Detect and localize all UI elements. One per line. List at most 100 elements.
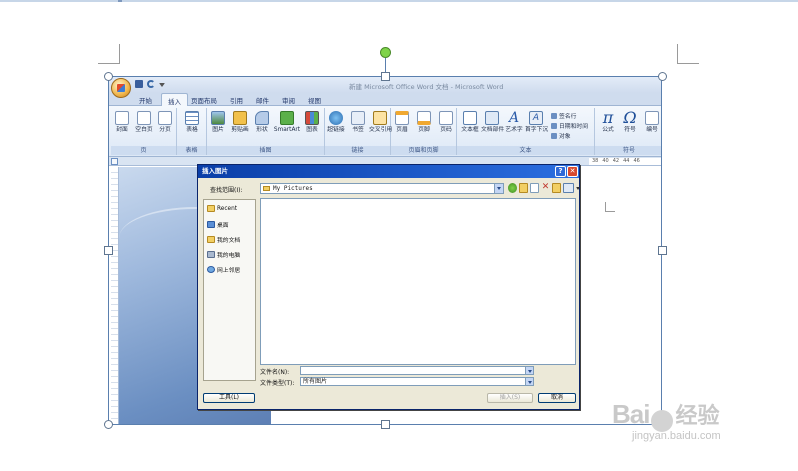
object-label: 对象	[559, 134, 571, 140]
symbol-label: 符号	[624, 127, 636, 133]
page-break-button: 分页	[154, 111, 176, 134]
search-web-icon	[530, 183, 539, 193]
watermark-logo-cn: 经验	[675, 403, 720, 428]
place-my-documents: 我的文档	[207, 235, 240, 244]
top-border-marker	[118, 0, 122, 2]
header-label: 页眉	[396, 127, 408, 133]
look-in-label: 查找范围(I):	[210, 187, 243, 194]
cross-reference-icon	[373, 111, 387, 125]
resize-handle-top-right[interactable]	[658, 72, 667, 81]
smartart-icon	[280, 111, 294, 125]
bookmark-button: 书签	[347, 111, 369, 134]
signature-line-item: 签名行	[551, 111, 576, 120]
tab-page-layout: 页面布局	[191, 97, 217, 105]
chevron-down-icon	[525, 378, 533, 385]
group-links: 超链接 书签 交叉引用 链接	[325, 108, 393, 155]
office-button-icon	[111, 78, 131, 98]
header-button: 页眉	[391, 111, 413, 134]
ruler-tick: 42	[612, 158, 620, 164]
ruler-tick: 46	[633, 158, 640, 164]
quick-access-toolbar	[135, 80, 165, 88]
page-corner-mark-top-right	[677, 44, 699, 64]
table-label: 表格	[186, 127, 198, 133]
rotate-handle[interactable]	[380, 47, 391, 58]
hyperlink-button: 超链接	[325, 111, 347, 134]
numbering-button: 编号	[641, 111, 661, 134]
footer-icon	[417, 111, 431, 125]
place-label: 网上邻居	[217, 268, 241, 274]
signature-line-label: 签名行	[559, 114, 577, 120]
cancel-button: 取消	[538, 393, 576, 403]
insert-button: 插入(S)	[487, 393, 533, 403]
up-folder-icon	[519, 183, 528, 193]
resize-handle-top-left[interactable]	[104, 72, 113, 81]
text-box-button: 文本框	[459, 111, 481, 134]
watermark-url: jingyan.baidu.com	[632, 430, 721, 442]
hyperlink-icon	[329, 111, 343, 125]
drop-cap-icon: A	[529, 111, 543, 125]
tab-view: 视图	[308, 97, 321, 105]
chevron-down-icon	[525, 367, 533, 374]
header-icon	[395, 111, 409, 125]
help-button: ?	[555, 166, 566, 177]
footer-label: 页脚	[418, 127, 430, 133]
close-button: ✕	[567, 166, 578, 177]
tools-button: 工具(L)	[203, 393, 255, 403]
clipart-button: 剪贴画	[229, 111, 251, 134]
desktop-icon	[207, 221, 215, 228]
quick-parts-button: 文档部件	[481, 111, 504, 134]
delete-icon: ✕	[541, 182, 550, 192]
footer-button: 页脚	[413, 111, 435, 134]
resize-handle-top[interactable]	[381, 72, 390, 81]
group-symbols-label: 符号	[595, 146, 661, 155]
resize-handle-bottom-left[interactable]	[104, 420, 113, 429]
drop-cap-button: A 首字下沉	[525, 111, 548, 134]
file-type-select: 所有图片	[300, 377, 534, 386]
horizontal-ruler: 38 40 42 44 46	[589, 158, 661, 165]
network-icon	[207, 266, 215, 273]
insert-picture-dialog: 插入图片 ? ✕ 查找范围(I): My Pictures ✕ Recent 桌…	[197, 164, 580, 410]
undo-icon	[147, 80, 155, 88]
tab-review: 审阅	[282, 97, 295, 105]
ruler-toggle-icon	[111, 158, 118, 165]
dialog-toolbar: ✕	[508, 183, 580, 193]
file-type-label: 文件类型(T):	[260, 380, 295, 387]
place-network: 网上邻居	[207, 265, 240, 274]
resize-handle-left[interactable]	[104, 246, 113, 255]
quick-parts-icon	[485, 111, 499, 125]
cross-reference-label: 交叉引用	[369, 127, 393, 133]
resize-handle-bottom[interactable]	[381, 420, 390, 429]
cover-page-button: 封面	[111, 111, 133, 134]
chart-icon	[305, 111, 319, 125]
equation-button: π 公式	[597, 108, 619, 134]
computer-icon	[207, 251, 215, 258]
file-name-label: 文件名(N):	[260, 369, 290, 376]
group-illustrations: 图片 剪贴画 形状 SmartArt 图表 插图	[207, 108, 325, 155]
group-text: 文本框 文档部件 A 艺术字 A 首字下沉 签名行 日期和时间 对象 文本	[457, 108, 595, 155]
page-number-icon	[439, 111, 453, 125]
ruler-tick: 44	[623, 158, 630, 164]
page-number-button: 页码	[435, 111, 457, 134]
clipart-label: 剪贴画	[231, 127, 249, 133]
text-box-icon	[463, 111, 477, 125]
window-title: 新建 Microsoft Office Word 文档 - Microsoft …	[349, 83, 504, 91]
baidu-paw-icon	[651, 410, 674, 433]
picture-button: 图片	[207, 111, 229, 134]
table-button: 表格	[181, 111, 203, 134]
page-break-label: 分页	[159, 127, 171, 133]
numbering-label: 编号	[646, 127, 658, 133]
cover-page-icon	[115, 111, 129, 125]
resize-handle-right[interactable]	[658, 246, 667, 255]
group-tables-label: 表格	[177, 146, 206, 155]
smartart-button: SmartArt	[273, 111, 301, 134]
group-illustrations-label: 插图	[207, 146, 324, 155]
cross-reference-button: 交叉引用	[369, 111, 393, 134]
picture-icon	[211, 111, 225, 125]
pi-icon: π	[602, 108, 614, 127]
page-corner-mark	[605, 202, 615, 212]
recent-folder-icon	[207, 205, 215, 212]
place-label: Recent	[217, 205, 238, 212]
inserted-screenshot-image[interactable]: 新建 Microsoft Office Word 文档 - Microsoft …	[108, 76, 662, 425]
tab-references: 引用	[230, 97, 243, 105]
back-icon	[508, 183, 517, 193]
